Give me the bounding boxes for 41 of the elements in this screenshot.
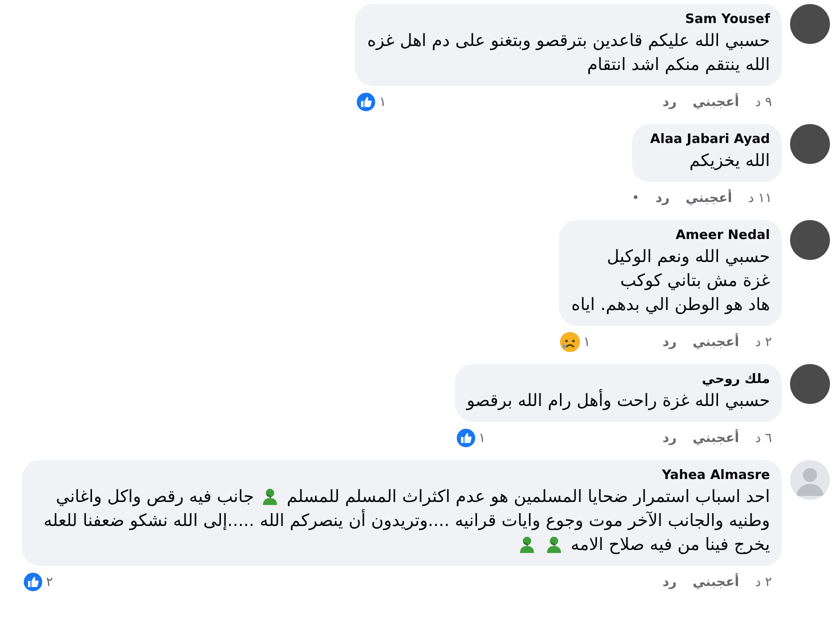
comment-text: حسبي الله ونعم الوكيل غزة مش بتاني كوكب هاد هو الوطن الي بدهم. اياه xyxy=(571,246,770,317)
avatar-photo[interactable] xyxy=(790,220,830,260)
avatar-photo[interactable] xyxy=(790,124,830,164)
comment-time: ٩ د xyxy=(755,94,772,110)
author-name[interactable]: ملك روحي xyxy=(466,372,770,387)
comment-time: ٢ د xyxy=(755,574,772,590)
dot-separator: • xyxy=(632,190,640,206)
like-icon xyxy=(454,427,477,449)
reaction-count: ١ xyxy=(379,94,386,110)
reply-link[interactable]: رد xyxy=(662,430,677,446)
comment-text: احد اسباب استمرار ضحايا المسلمين هو عدم اكثراث المسلم للمسلم جانب فيه رقص واكل واغاني وطنيه والجانب الآخر موت وجوع وايات قرانيه ....وتريدون أن ينصركم الله .....إلى الله نشكو ضعفنا للعله يخرج فينا من فيه صلاح الامه xyxy=(42,486,770,557)
reaction-count: ٢ xyxy=(46,574,53,590)
reaction-count: ١ xyxy=(478,430,486,446)
reply-link[interactable]: رد xyxy=(662,94,677,110)
comment-text: الله يخزيكم xyxy=(688,150,770,173)
sad-face-icon xyxy=(559,331,582,353)
author-name[interactable]: Ameer Nedal xyxy=(571,228,770,243)
comment-time: ٢ د xyxy=(755,334,772,350)
author-name[interactable]: Sam Yousef xyxy=(367,12,770,27)
like-link[interactable]: أعجبني xyxy=(692,430,740,446)
like-icon xyxy=(22,571,44,593)
person-icon xyxy=(261,487,280,505)
reply-link[interactable]: رد xyxy=(655,190,670,206)
person-icon xyxy=(545,535,564,553)
reply-link[interactable]: رد xyxy=(662,334,677,350)
comment-time: ١١ د xyxy=(748,190,772,206)
reply-link[interactable]: رد xyxy=(662,574,677,590)
like-link[interactable]: أعجبني xyxy=(692,334,740,350)
like-icon xyxy=(355,91,378,113)
like-link[interactable]: أعجبني xyxy=(692,574,740,590)
author-name[interactable]: Alaa Jabari Ayad xyxy=(644,132,770,147)
avatar-photo[interactable] xyxy=(790,364,830,404)
like-link[interactable]: أعجبني xyxy=(692,94,740,110)
like-link[interactable]: أعجبني xyxy=(686,190,732,206)
comment-time: ٦ د xyxy=(755,430,772,446)
avatar-photo[interactable] xyxy=(790,4,830,44)
comment-text: حسبي الله غزة راحت وأهل رام الله برقصو xyxy=(466,389,770,413)
person-icon xyxy=(518,535,536,553)
author-name[interactable]: Yahea Almasre xyxy=(34,468,770,483)
reaction-count: ١ xyxy=(583,334,590,350)
comment-text: حسبي الله عليكم قاعدين بترقصو وبتغنو على دم اهل غزه الله ينتقم منكم اشد انتقام xyxy=(367,30,770,77)
